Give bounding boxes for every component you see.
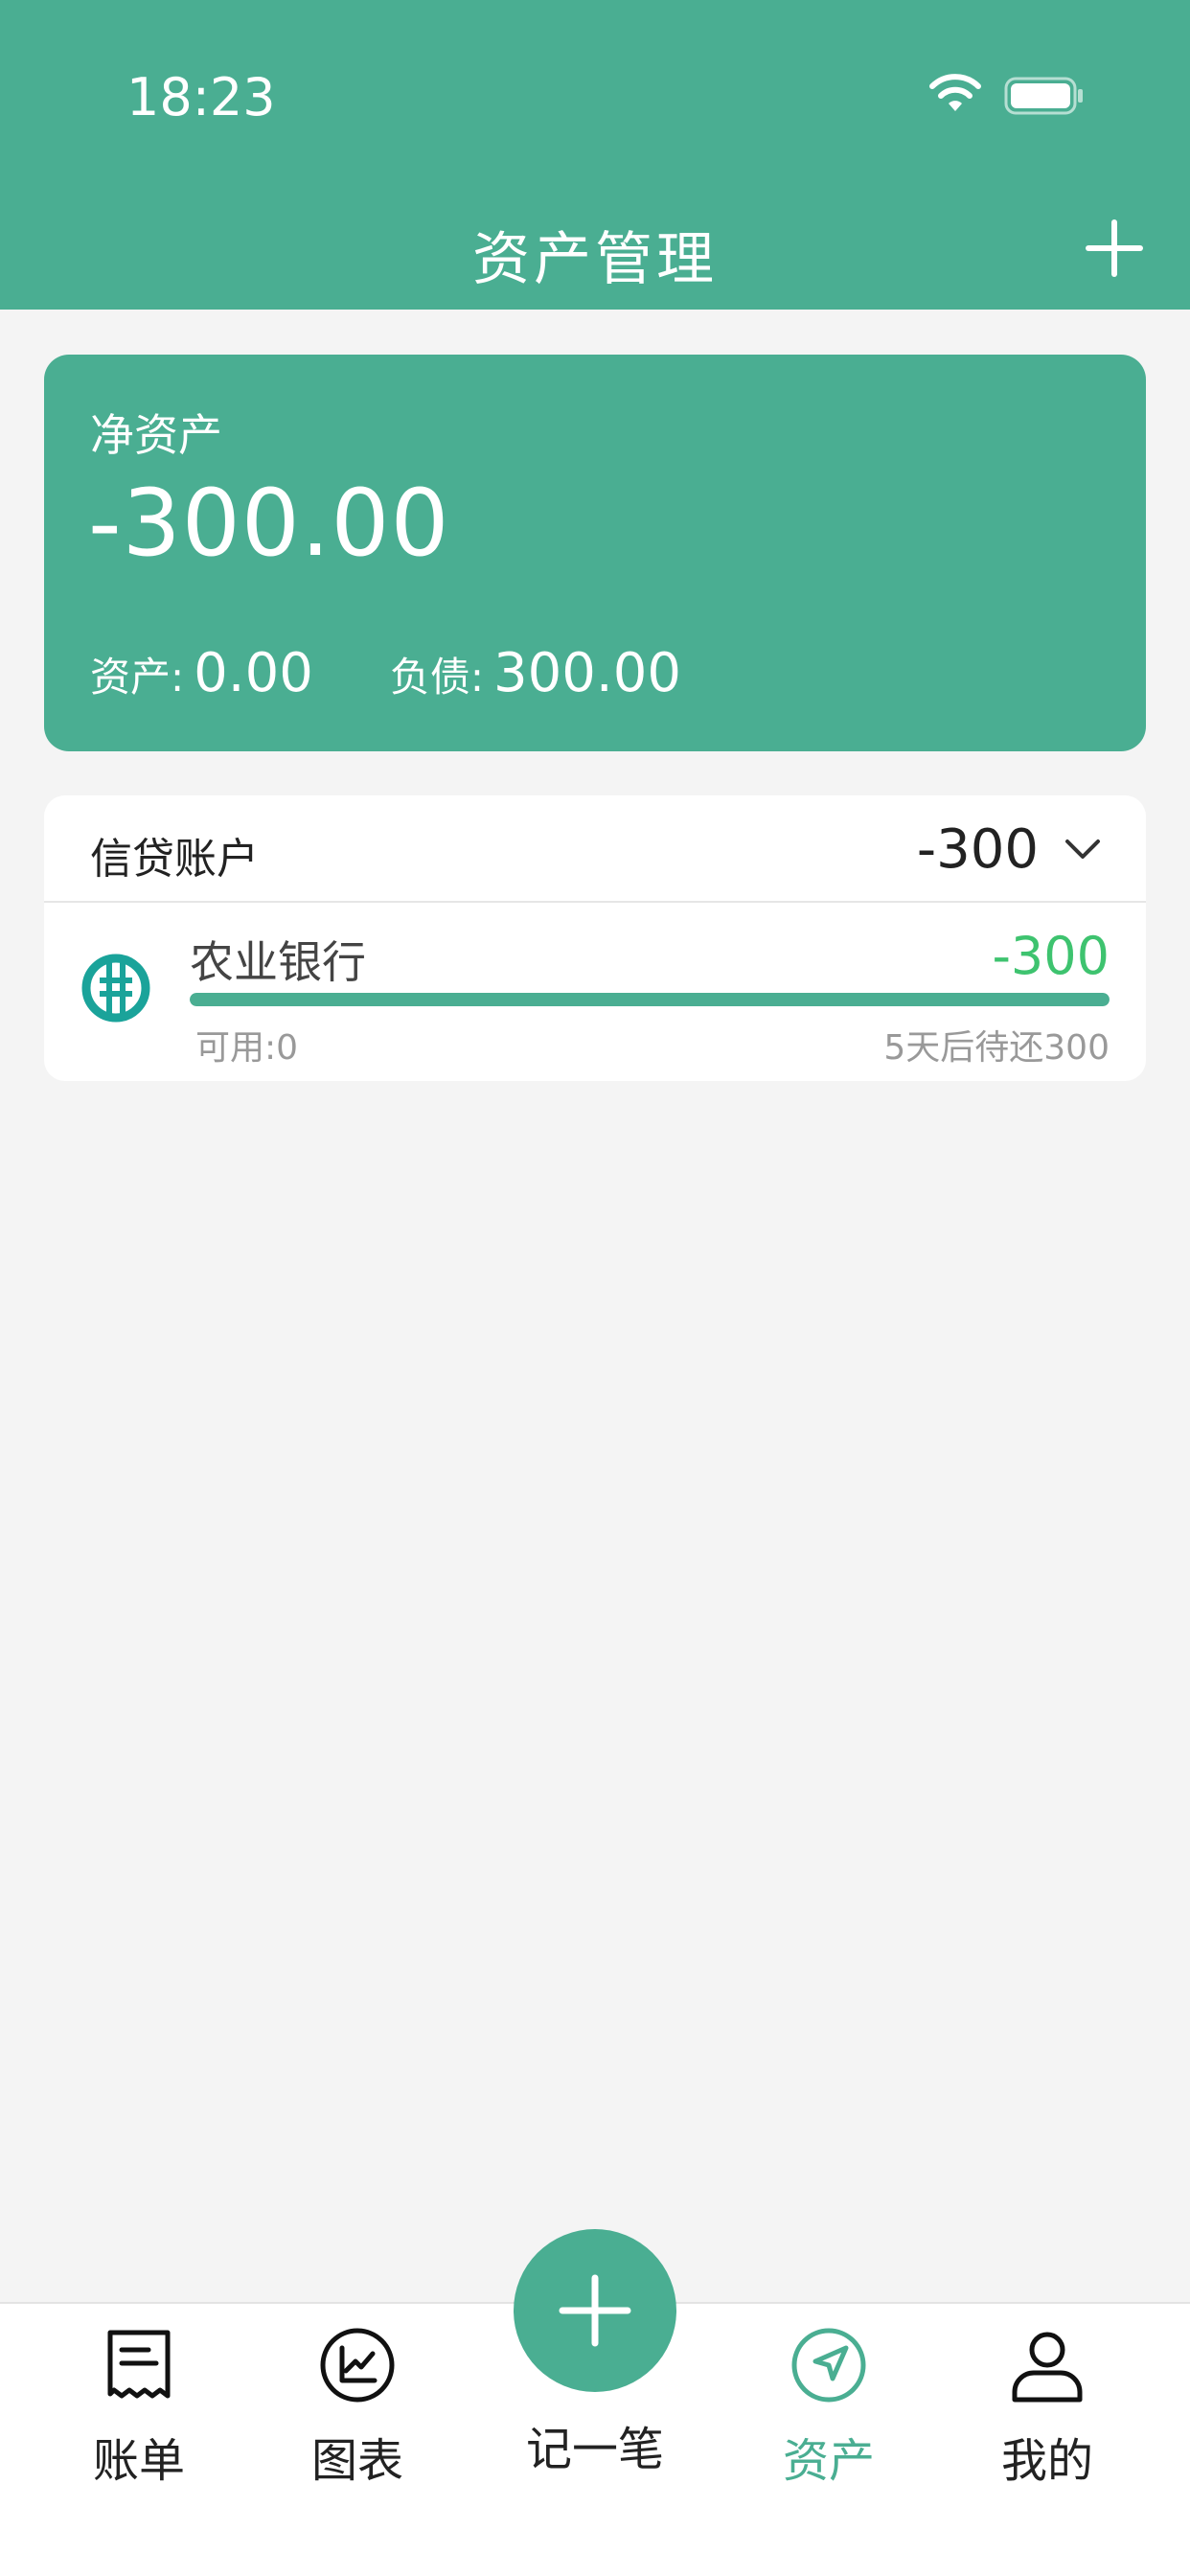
credit-group-total: -300	[916, 818, 1039, 881]
battery-icon	[1004, 77, 1083, 115]
app-header: 18:23 资产管理	[0, 0, 1190, 310]
receipt-icon	[107, 2330, 171, 2399]
tab-charts-label: 图表	[310, 2434, 403, 2488]
plus-icon	[559, 2274, 631, 2347]
add-record-button[interactable]	[514, 2229, 676, 2392]
net-assets-label: 净资产	[90, 409, 222, 461]
credit-group-title: 信贷账户	[90, 835, 259, 884]
chevron-down-icon[interactable]	[1064, 830, 1102, 868]
compass-icon	[791, 2328, 866, 2403]
account-row-agricultural-bank[interactable]: 农业银行 -300 可用:0 5天后待还300	[44, 905, 1146, 1081]
tab-assets-label: 资产	[782, 2434, 875, 2488]
credit-usage-bar	[190, 993, 1110, 1006]
page-title: 资产管理	[472, 226, 718, 293]
assets-value: 0.00	[194, 642, 313, 704]
tab-bills-label: 账单	[92, 2434, 185, 2488]
person-icon	[1012, 2332, 1083, 2403]
status-time: 18:23	[126, 67, 276, 127]
tab-assets[interactable]: 资产	[747, 2304, 910, 2496]
net-assets-value: -300.00	[88, 470, 450, 577]
tab-mine-label: 我的	[1000, 2434, 1093, 2488]
credit-group-header[interactable]: 信贷账户 -300	[44, 795, 1146, 903]
tab-mine[interactable]: 我的	[966, 2304, 1129, 2496]
chart-icon	[320, 2328, 395, 2403]
assets-label: 资产:	[90, 654, 185, 701]
credit-accounts-card: 信贷账户 -300 农业银行 -300 可用:0 5天后待还300	[44, 795, 1146, 1081]
tab-charts[interactable]: 图表	[276, 2304, 439, 2496]
tab-bills[interactable]: 账单	[57, 2304, 220, 2496]
debt-label: 负债:	[389, 654, 484, 701]
wifi-icon	[929, 74, 981, 111]
plus-icon[interactable]	[1085, 218, 1144, 278]
account-amount: -300	[992, 926, 1110, 986]
debt-value: 300.00	[493, 642, 681, 704]
credit-usage-fill	[190, 993, 1110, 1006]
account-due: 5天后待还300	[883, 1028, 1110, 1068]
abc-bank-logo-icon	[81, 954, 150, 1023]
net-assets-card: 净资产 -300.00 资产: 0.00 负债: 300.00	[44, 355, 1146, 751]
assets-debt-row: 资产: 0.00 负债: 300.00	[90, 642, 681, 704]
add-record-label: 记一笔	[525, 2423, 664, 2476]
account-name: 农业银行	[190, 936, 366, 988]
account-available: 可用:0	[195, 1028, 299, 1068]
